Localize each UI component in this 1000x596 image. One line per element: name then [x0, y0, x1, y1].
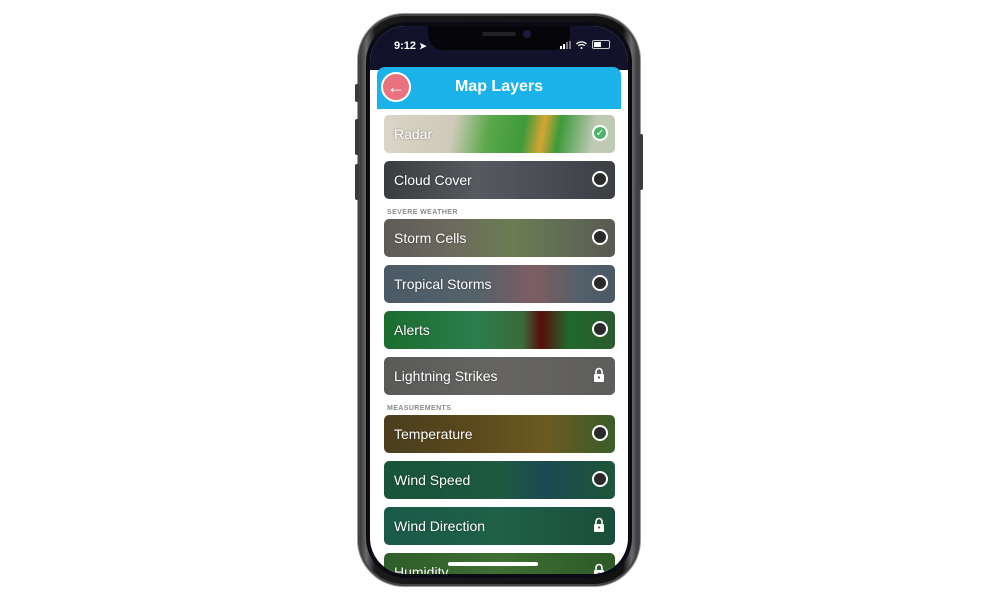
speaker — [482, 32, 516, 36]
status-bar: 9:12 ➤ — [370, 26, 628, 70]
header-bar: ← Map Layers — [377, 67, 621, 109]
section-header-measurements: MEASUREMENTS — [387, 405, 452, 412]
mute-switch — [355, 84, 359, 102]
layer-label: Lightning Strikes — [394, 368, 498, 384]
camera — [523, 30, 531, 38]
layers-container: Radar ✓ Cloud Cover SEVERE WEATHER Storm Cel… — [377, 115, 621, 574]
layer-label: Tropical Storms — [394, 276, 492, 292]
layer-label: Wind Speed — [394, 472, 471, 488]
layer-label: Temperature — [394, 426, 473, 442]
wifi-icon — [576, 40, 587, 49]
layer-toggle-lightning-strikes[interactable]: Lightning Strikes — [384, 357, 615, 395]
layer-toggle-tropical-storms[interactable]: Tropical Storms — [384, 265, 615, 303]
section-header-severe-weather: SEVERE WEATHER — [387, 209, 458, 216]
volume-down-button — [355, 164, 359, 200]
layer-toggle-cloud-cover[interactable]: Cloud Cover — [384, 161, 615, 199]
home-indicator[interactable] — [448, 562, 538, 566]
lock-icon — [594, 517, 604, 532]
lock-icon — [594, 367, 604, 382]
phone-frame: 9:12 ➤ ← Map Layers Radar ✓ Cloud Cover … — [355, 14, 643, 586]
volume-up-button — [355, 119, 359, 155]
layer-label: Alerts — [394, 322, 430, 338]
status-icons — [560, 40, 610, 49]
layer-toggle-storm-cells[interactable]: Storm Cells — [384, 219, 615, 257]
phone-bezel: 9:12 ➤ ← Map Layers Radar ✓ Cloud Cover … — [366, 22, 632, 578]
layer-toggle-alerts[interactable]: Alerts — [384, 311, 615, 349]
notch — [428, 26, 570, 50]
status-time: 9:12 ➤ — [394, 40, 427, 52]
time-text: 9:12 — [394, 40, 417, 52]
layer-label: Cloud Cover — [394, 172, 472, 188]
layers-list[interactable]: Radar ✓ Cloud Cover SEVERE WEATHER Storm Cel… — [377, 109, 621, 574]
layer-label: Storm Cells — [394, 230, 467, 246]
cellular-signal-icon — [560, 40, 571, 49]
layer-toggle-radar[interactable]: Radar ✓ — [384, 115, 615, 153]
layer-label: Radar — [394, 126, 433, 142]
page-title: Map Layers — [454, 78, 544, 95]
radio-unchecked-icon[interactable] — [592, 229, 608, 245]
battery-icon — [592, 40, 610, 49]
layer-label: Humidity — [394, 564, 449, 574]
location-arrow-icon: ➤ — [419, 41, 427, 51]
layer-toggle-wind-speed[interactable]: Wind Speed — [384, 461, 615, 499]
radio-unchecked-icon[interactable] — [592, 321, 608, 337]
radio-unchecked-icon[interactable] — [592, 275, 608, 291]
lock-icon — [594, 563, 604, 574]
layer-toggle-temperature[interactable]: Temperature — [384, 415, 615, 453]
radio-unchecked-icon[interactable] — [592, 171, 608, 187]
radio-unchecked-icon[interactable] — [592, 425, 608, 441]
layer-toggle-wind-direction[interactable]: Wind Direction — [384, 507, 615, 545]
layer-label: Wind Direction — [394, 518, 486, 534]
power-button — [639, 134, 643, 190]
radio-unchecked-icon[interactable] — [592, 471, 608, 487]
screen: 9:12 ➤ ← Map Layers Radar ✓ Cloud Cover … — [370, 26, 628, 574]
checkmark-icon[interactable]: ✓ — [592, 125, 608, 141]
